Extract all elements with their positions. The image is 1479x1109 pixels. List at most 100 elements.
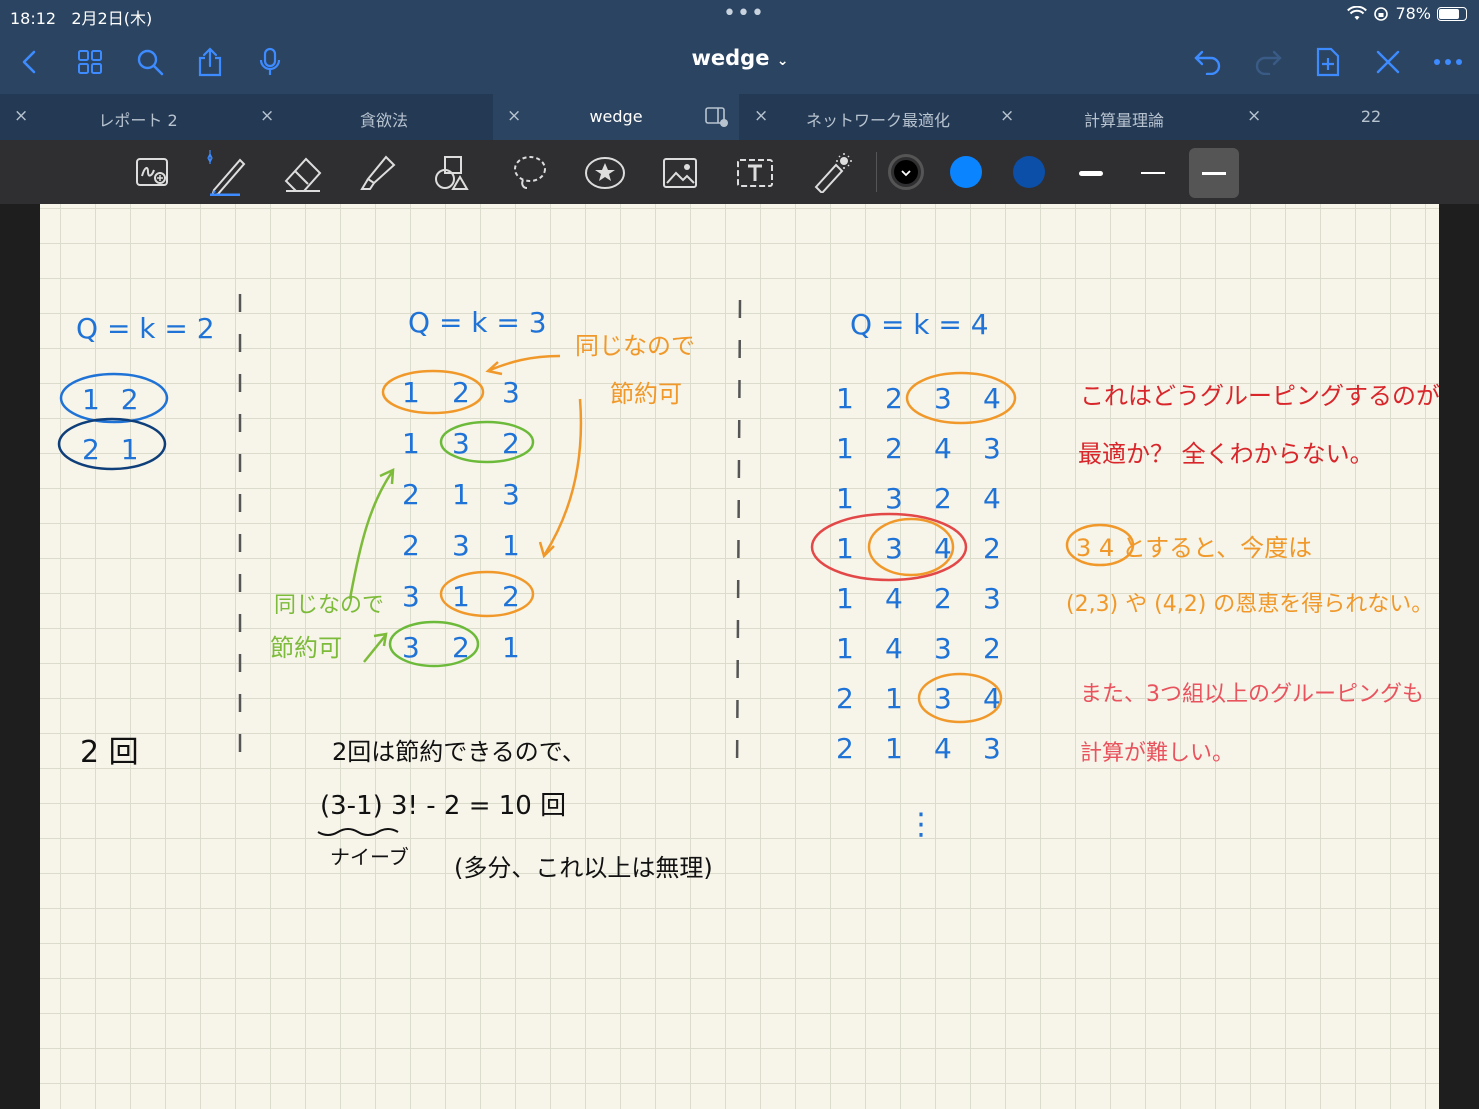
- tab-label: 計算量理論: [1083, 111, 1164, 130]
- permutation-digit: 3: [452, 529, 470, 562]
- col3-heading: Q = k = 4: [850, 308, 989, 341]
- elements-tool[interactable]: [580, 148, 630, 198]
- permutation-digit: 2: [983, 532, 1001, 565]
- stroke-weight-thin[interactable]: [1066, 148, 1116, 198]
- tab-greedy[interactable]: × 貪欲法: [246, 94, 492, 140]
- permutation-digit: 2: [502, 580, 520, 613]
- drawing-toolbar: [0, 140, 1479, 204]
- grid-view-button[interactable]: [68, 40, 112, 84]
- redo-icon: [1255, 50, 1282, 75]
- close-icon[interactable]: ×: [1247, 106, 1261, 126]
- undo-button[interactable]: [1186, 40, 1230, 84]
- permutation-digit: 4: [885, 632, 903, 665]
- split-view-icon[interactable]: [705, 106, 729, 128]
- tab-22[interactable]: × 22: [1233, 94, 1479, 140]
- permutation-digit: 1: [836, 582, 854, 615]
- permutation-digit: 4: [885, 582, 903, 615]
- close-icon[interactable]: ×: [754, 106, 768, 126]
- nav-bar: wedge ⌄: [0, 30, 1479, 94]
- permutation-digit: 2: [402, 478, 420, 511]
- canvas-margin-left: [0, 204, 40, 1109]
- permutation-digit: 2: [452, 376, 470, 409]
- tab-label: 22: [1360, 107, 1382, 126]
- redo-button[interactable]: [1246, 40, 1290, 84]
- permutation-digit: 1: [836, 532, 854, 565]
- highlighter-tool[interactable]: [353, 148, 403, 198]
- handwriting-layer: Q = k = 2 1 2 2 1 2 回 Q = k = 3 1 2 31 3 22 1…: [57, 294, 1439, 882]
- share-button[interactable]: [188, 40, 232, 84]
- pen-tool[interactable]: [203, 148, 253, 198]
- permutation-digit: 3: [502, 376, 520, 409]
- color-swatch-black[interactable]: [888, 154, 924, 190]
- remark-orange: 3 4 とすると、今度は: [1076, 534, 1312, 562]
- stroke-weight-thick[interactable]: [1189, 148, 1239, 198]
- permutation-digit: 1: [836, 482, 854, 515]
- arrow: [348, 471, 394, 600]
- ellipsis-icon: [1434, 59, 1462, 65]
- color-swatch-blue[interactable]: [950, 156, 982, 188]
- tab-label: wedge: [589, 107, 643, 126]
- search-button[interactable]: [128, 40, 172, 84]
- lasso-tool[interactable]: [505, 148, 555, 198]
- permutation-digit: 4: [934, 432, 952, 465]
- green-note: 同じなので: [274, 593, 384, 618]
- note-canvas[interactable]: Q = k = 2 1 2 2 1 2 回 Q = k = 3 12313221…: [40, 204, 1439, 1109]
- search-icon: [137, 49, 164, 76]
- permutation-digit: 3: [885, 482, 903, 515]
- tab-report2[interactable]: × レポート 2: [0, 94, 246, 140]
- document-title[interactable]: wedge ⌄: [640, 46, 840, 70]
- grid-icon: [78, 50, 102, 74]
- tab-wedge[interactable]: × wedge: [493, 94, 739, 140]
- permutation-digit: 1: [452, 478, 470, 511]
- multitasking-dots[interactable]: •••: [723, 1, 765, 26]
- permutation-digit: 2: [983, 632, 1001, 665]
- pen-icon: [207, 150, 246, 196]
- naive-label: ナイーブ: [330, 845, 409, 869]
- arrow: [489, 354, 561, 372]
- dictation-button[interactable]: [248, 40, 292, 84]
- zoom-window-tool[interactable]: [128, 148, 178, 198]
- aside-note: (多分、これ以上は無理): [454, 854, 713, 882]
- tab-network-optimization[interactable]: × ネットワーク最適化: [740, 94, 986, 140]
- chevron-down-icon: [901, 170, 911, 177]
- close-tools-button[interactable]: [1366, 40, 1410, 84]
- permutation-digit: 1: [885, 732, 903, 765]
- stroke-weight-medium[interactable]: [1128, 148, 1178, 198]
- permutation-digit: 2: [934, 582, 952, 615]
- back-button[interactable]: [8, 40, 52, 84]
- battery-percent: 78%: [1395, 4, 1431, 23]
- close-icon[interactable]: ×: [1000, 106, 1014, 126]
- formula: (3-1) 3! - 2 = 10 回: [320, 791, 566, 821]
- shapes-icon: [435, 156, 469, 190]
- close-icon[interactable]: ×: [507, 106, 521, 126]
- col1-heading: Q = k = 2: [76, 312, 215, 345]
- zoom-window-icon: [136, 158, 168, 186]
- permutation-digit: 2: [934, 482, 952, 515]
- shape-tool[interactable]: [428, 148, 478, 198]
- permutation-digit: 1: [836, 432, 854, 465]
- more-button[interactable]: [1426, 40, 1470, 84]
- permutation-digit: 3: [934, 682, 952, 715]
- add-page-button[interactable]: [1306, 40, 1350, 84]
- permutation-digit: 2: [836, 732, 854, 765]
- laser-pointer-tool[interactable]: [806, 148, 856, 198]
- pen-cross-icon: [1376, 50, 1400, 74]
- color-swatch-darkblue[interactable]: [1013, 156, 1045, 188]
- eraser-tool[interactable]: [278, 148, 328, 198]
- tab-complexity-theory[interactable]: × 計算量理論: [986, 94, 1232, 140]
- remark-red: 最適か？ 全くわからない。: [1078, 440, 1374, 468]
- permutation-digit: 4: [983, 482, 1001, 515]
- image-tool[interactable]: [655, 148, 705, 198]
- tab-label: ネットワーク最適化: [805, 111, 950, 130]
- col1-total: 2 回: [80, 735, 139, 770]
- permutation-digit: 3: [983, 732, 1001, 765]
- permutation-digit: 1: [836, 382, 854, 415]
- close-icon[interactable]: ×: [14, 106, 28, 126]
- close-icon[interactable]: ×: [260, 106, 274, 126]
- chevron-left-icon: [22, 50, 36, 74]
- laser-pointer-icon: [814, 153, 852, 193]
- permutation-digit: 1: [502, 529, 520, 562]
- text-tool[interactable]: [730, 148, 780, 198]
- permutation-digit: 1: [402, 376, 420, 409]
- permutation-digit: 1: [402, 427, 420, 460]
